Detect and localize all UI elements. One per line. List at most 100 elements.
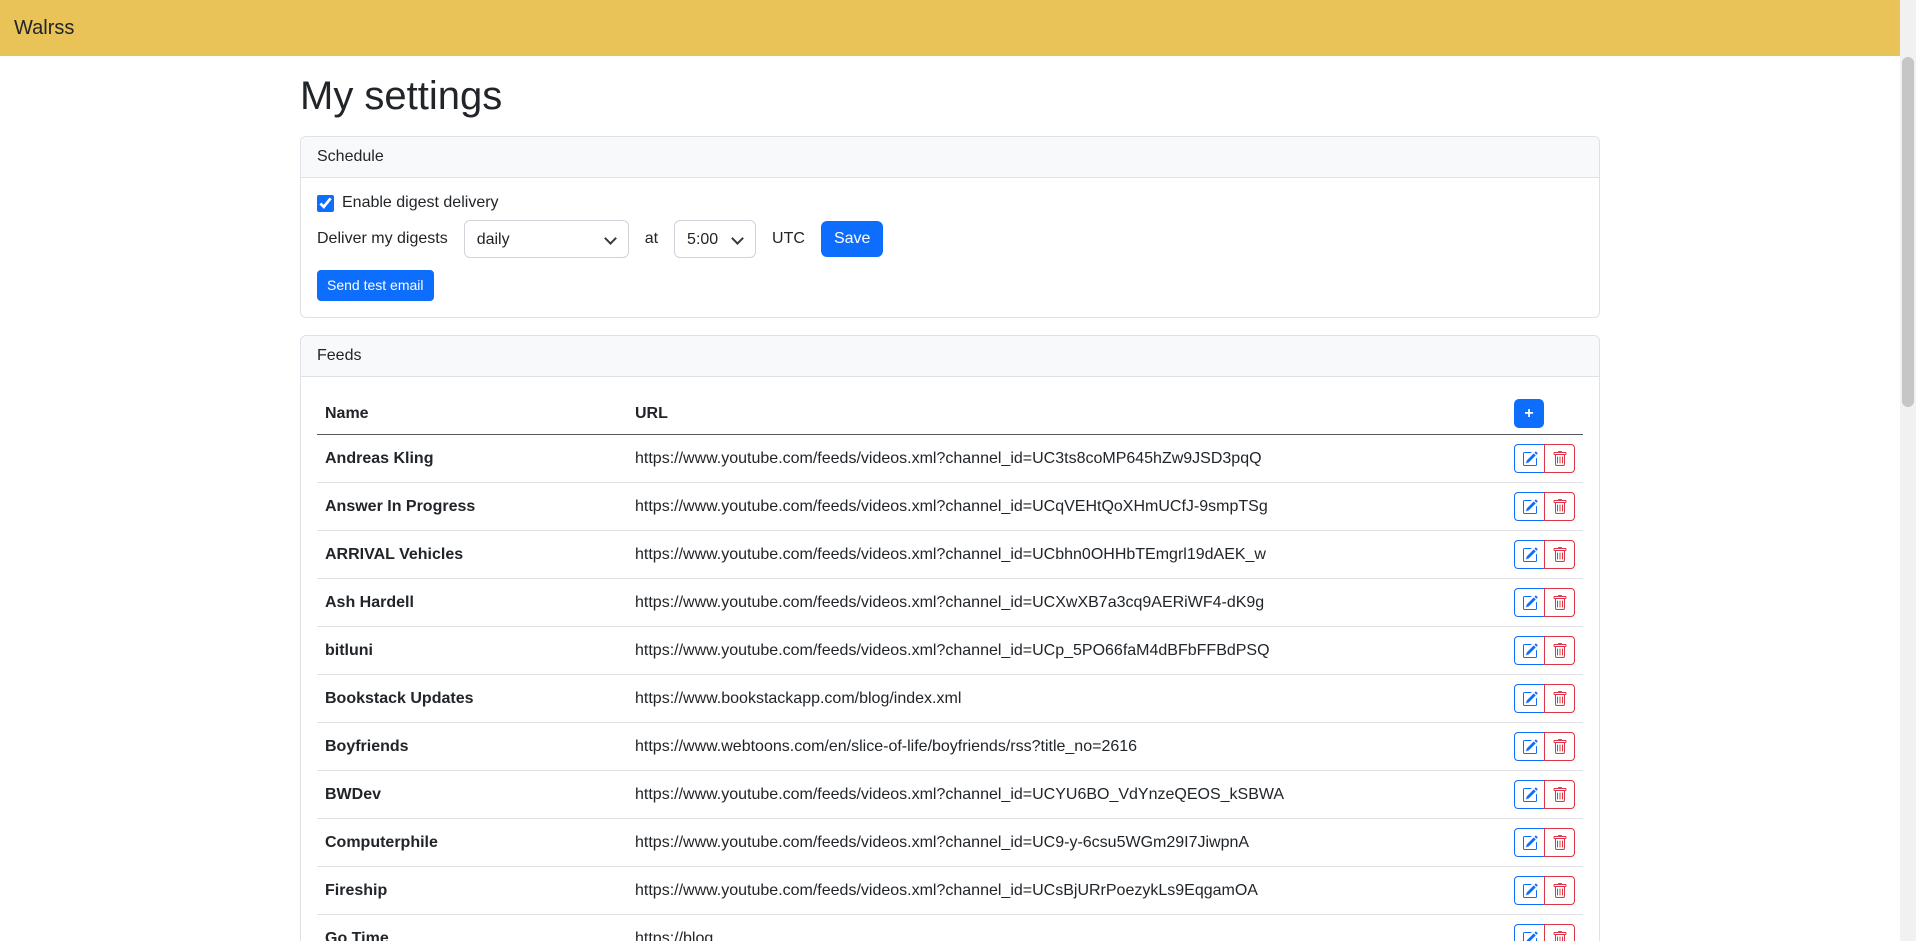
feed-name: bitluni [317,627,627,675]
feed-name: Bookstack Updates [317,675,627,723]
feed-url: https://www.youtube.com/feeds/videos.xml… [627,531,1473,579]
save-button[interactable]: Save [821,221,883,257]
navbar-brand[interactable]: Walrss [14,17,74,40]
edit-feed-button[interactable] [1514,636,1545,665]
pencil-square-icon [1522,787,1538,803]
table-row: Bookstack Updates https://www.bookstacka… [317,675,1583,723]
column-header-name: Name [317,393,627,435]
send-test-email-button[interactable]: Send test email [317,270,434,301]
delete-feed-button[interactable] [1544,444,1575,473]
edit-feed-button[interactable] [1514,780,1545,809]
feed-actions-group [1514,588,1575,617]
feed-url: https://www.youtube.com/feeds/videos.xml… [627,483,1473,531]
feed-actions-group [1514,444,1575,473]
trash-icon [1552,691,1568,707]
schedule-card-body: Enable digest delivery Deliver my digest… [301,178,1599,317]
table-row: Boyfriends https://www.webtoons.com/en/s… [317,723,1583,771]
pencil-square-icon [1522,931,1538,941]
trash-icon [1552,643,1568,659]
table-row: ARRIVAL Vehicles https://www.youtube.com… [317,531,1583,579]
feed-actions-group [1514,732,1575,761]
delete-feed-button[interactable] [1544,780,1575,809]
table-row: Answer In Progress https://www.youtube.c… [317,483,1583,531]
feeds-table: Name URL + Andreas Kling https://www.you… [317,393,1583,941]
edit-feed-button[interactable] [1514,492,1545,521]
at-label: at [645,230,658,248]
feed-url: https://www.webtoons.com/en/slice-of-lif… [627,723,1473,771]
feed-actions [1473,531,1583,579]
delete-feed-button[interactable] [1544,588,1575,617]
feed-url: https://www.youtube.com/feeds/videos.xml… [627,435,1473,483]
feeds-card-header: Feeds [301,336,1599,377]
edit-feed-button[interactable] [1514,876,1545,905]
trash-icon [1552,787,1568,803]
delete-feed-button[interactable] [1544,876,1575,905]
trash-icon [1552,739,1568,755]
feed-name: Ash Hardell [317,579,627,627]
trash-icon [1552,883,1568,899]
pencil-square-icon [1522,739,1538,755]
delete-feed-button[interactable] [1544,828,1575,857]
feed-name: Answer In Progress [317,483,627,531]
table-row: Computerphile https://www.youtube.com/fe… [317,819,1583,867]
enable-digest-label[interactable]: Enable digest delivery [342,194,499,212]
scrollbar-thumb[interactable] [1902,57,1914,407]
feed-actions [1473,723,1583,771]
feed-url: https://blog [627,915,1473,941]
edit-feed-button[interactable] [1514,828,1545,857]
feed-actions [1473,435,1583,483]
table-row: Andreas Kling https://www.youtube.com/fe… [317,435,1583,483]
table-row: BWDev https://www.youtube.com/feeds/vide… [317,771,1583,819]
feed-name: Fireship [317,867,627,915]
test-email-row: Send test email [317,270,1583,301]
feed-url: https://www.youtube.com/feeds/videos.xml… [627,771,1473,819]
edit-feed-button[interactable] [1514,588,1545,617]
time-select[interactable]: 5:00 [674,220,756,258]
timezone-label: UTC [772,230,805,248]
feed-actions [1473,579,1583,627]
frequency-select[interactable]: daily [464,220,629,258]
main-content: My settings Schedule Enable digest deliv… [300,72,1600,941]
feed-url: https://www.youtube.com/feeds/videos.xml… [627,627,1473,675]
pencil-square-icon [1522,691,1538,707]
feed-url: https://www.youtube.com/feeds/videos.xml… [627,819,1473,867]
edit-feed-button[interactable] [1514,540,1545,569]
scrollbar[interactable] [1900,0,1916,941]
feed-actions [1473,483,1583,531]
delete-feed-button[interactable] [1544,492,1575,521]
feed-actions [1473,915,1583,941]
delete-feed-button[interactable] [1544,924,1575,941]
delete-feed-button[interactable] [1544,732,1575,761]
feed-actions-group [1514,540,1575,569]
feed-url: https://www.bookstackapp.com/blog/index.… [627,675,1473,723]
table-row: bitluni https://www.youtube.com/feeds/vi… [317,627,1583,675]
feed-name: Computerphile [317,819,627,867]
add-feed-button[interactable]: + [1514,399,1544,428]
pencil-square-icon [1522,883,1538,899]
page: Walrss My settings Schedule Enable diges… [0,0,1916,941]
feed-actions-group [1514,780,1575,809]
feed-actions-group [1514,684,1575,713]
feed-name: BWDev [317,771,627,819]
feed-actions [1473,819,1583,867]
enable-digest-row: Enable digest delivery [317,194,1583,212]
schedule-card: Schedule Enable digest delivery Deliver … [300,136,1600,318]
feed-url: https://www.youtube.com/feeds/videos.xml… [627,867,1473,915]
edit-feed-button[interactable] [1514,684,1545,713]
feed-actions-group [1514,636,1575,665]
delete-feed-button[interactable] [1544,540,1575,569]
edit-feed-button[interactable] [1514,732,1545,761]
pencil-square-icon [1522,451,1538,467]
edit-feed-button[interactable] [1514,444,1545,473]
enable-digest-checkbox[interactable] [317,195,334,212]
edit-feed-button[interactable] [1514,924,1545,941]
delete-feed-button[interactable] [1544,636,1575,665]
deliver-row: Deliver my digests daily at 5:00 [317,220,1583,258]
delete-feed-button[interactable] [1544,684,1575,713]
feeds-table-header-row: Name URL + [317,393,1583,435]
feed-actions-group [1514,828,1575,857]
feed-actions [1473,627,1583,675]
time-select-wrap: 5:00 [674,220,756,258]
frequency-select-wrap: daily [464,220,629,258]
feed-name: Boyfriends [317,723,627,771]
